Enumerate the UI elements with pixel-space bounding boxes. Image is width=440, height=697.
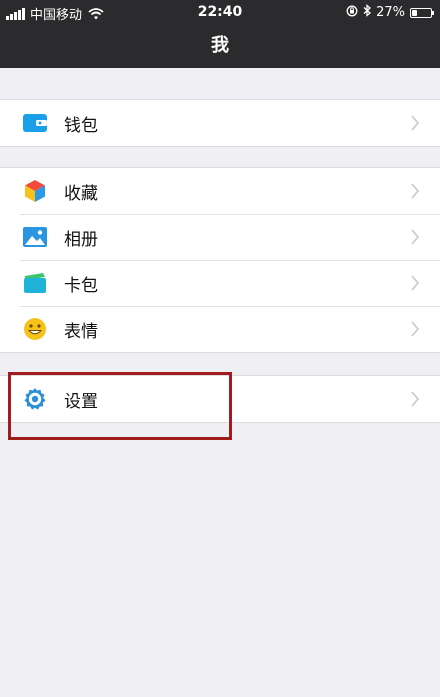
battery-percent: 27% [376,5,405,20]
chevron-right-icon [411,275,420,291]
menu-item-label: 卡包 [64,275,98,296]
menu-item-stickers[interactable]: 表情 [0,306,440,352]
menu-item-album[interactable]: 相册 [0,214,440,260]
wallet-icon [22,110,48,136]
menu-item-label: 钱包 [64,115,98,136]
battery-icon [410,7,434,18]
chevron-right-icon [411,229,420,245]
menu-item-label: 相册 [64,229,98,250]
bluetooth-icon [363,4,372,21]
menu-item-label: 收藏 [64,183,98,204]
smiley-icon [22,316,48,342]
menu-item-wallet[interactable]: 钱包 [0,100,440,146]
chevron-right-icon [411,391,420,407]
album-icon [22,224,48,250]
card-pack-icon [22,270,48,296]
chevron-right-icon [411,183,420,199]
favorites-cube-icon [22,178,48,204]
menu-item-card-pack[interactable]: 卡包 [0,260,440,306]
chevron-right-icon [411,321,420,337]
status-bar-right: 27% [346,4,434,21]
menu-item-favorites[interactable]: 收藏 [0,168,440,214]
nav-bar: 我 [0,24,440,68]
menu-item-label: 表情 [64,321,98,342]
menu-group-main: 收藏 相册 卡包 表情 [0,167,440,353]
status-bar: 中国移动 22:40 27% [0,0,440,24]
page-title: 我 [211,35,229,56]
menu-group-wallet: 钱包 [0,99,440,147]
orientation-lock-icon [346,5,358,21]
highlight-box [8,372,232,440]
chevron-right-icon [411,115,420,131]
